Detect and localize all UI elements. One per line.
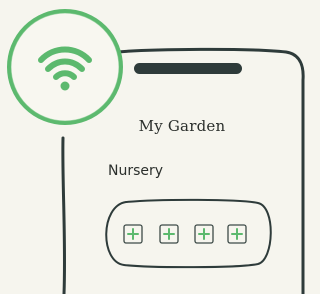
app-screen: My Garden Nursery xyxy=(0,0,308,294)
add-plant-slot-4[interactable] xyxy=(227,224,247,244)
plus-icon xyxy=(227,224,247,244)
page-title: My Garden xyxy=(138,117,226,135)
connectivity-badge[interactable] xyxy=(7,9,123,125)
add-plant-slot-3[interactable] xyxy=(194,224,214,244)
plus-icon xyxy=(159,224,179,244)
add-plant-slot-2[interactable] xyxy=(159,224,179,244)
phone-frame-left xyxy=(61,136,67,294)
phone-speaker xyxy=(134,63,242,74)
plus-icon xyxy=(123,224,143,244)
plus-icon xyxy=(194,224,214,244)
nursery-slots xyxy=(100,201,270,267)
section-label: Nursery xyxy=(108,163,164,179)
wifi-dot xyxy=(60,81,70,91)
add-plant-slot-1[interactable] xyxy=(123,224,143,244)
